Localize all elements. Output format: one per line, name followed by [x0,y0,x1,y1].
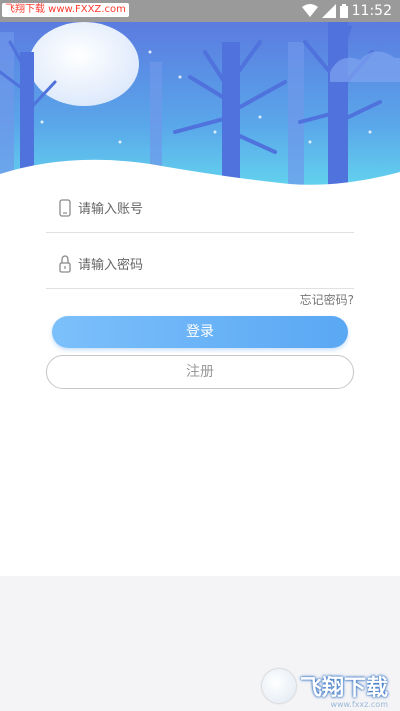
logo-icon [261,669,296,703]
register-button[interactable]: 注册 [46,355,354,389]
watermark-logo-text: 飞翔下载 [299,676,388,701]
lock-icon [59,255,71,273]
watermark-logo-url: www.fxxz.com [330,700,388,709]
login-button[interactable]: 登录 [52,316,348,348]
status-icons [302,4,348,18]
watermark-label: 飞翔下载 www.FXXZ.com [2,3,129,17]
password-input[interactable] [78,252,338,278]
status-bar: 飞翔下载 www.FXXZ.com 11:52 [0,0,400,22]
forgot-password-link[interactable]: 忘记密码? [300,291,354,308]
footer-area: 飞翔下载 www.fxxz.com [0,576,400,711]
hero-illustration [0,22,400,192]
account-input[interactable] [78,196,338,222]
wifi-icon [302,4,318,17]
watermark-logo: 飞翔下载 www.fxxz.com [261,669,388,709]
login-form: 忘记密码? 登录 注册 [0,192,400,576]
signal-icon [322,4,336,18]
password-field [46,248,354,289]
phone-icon [59,199,71,217]
account-field [46,192,354,233]
status-time: 11:52 [351,3,392,19]
battery-icon [340,4,348,18]
